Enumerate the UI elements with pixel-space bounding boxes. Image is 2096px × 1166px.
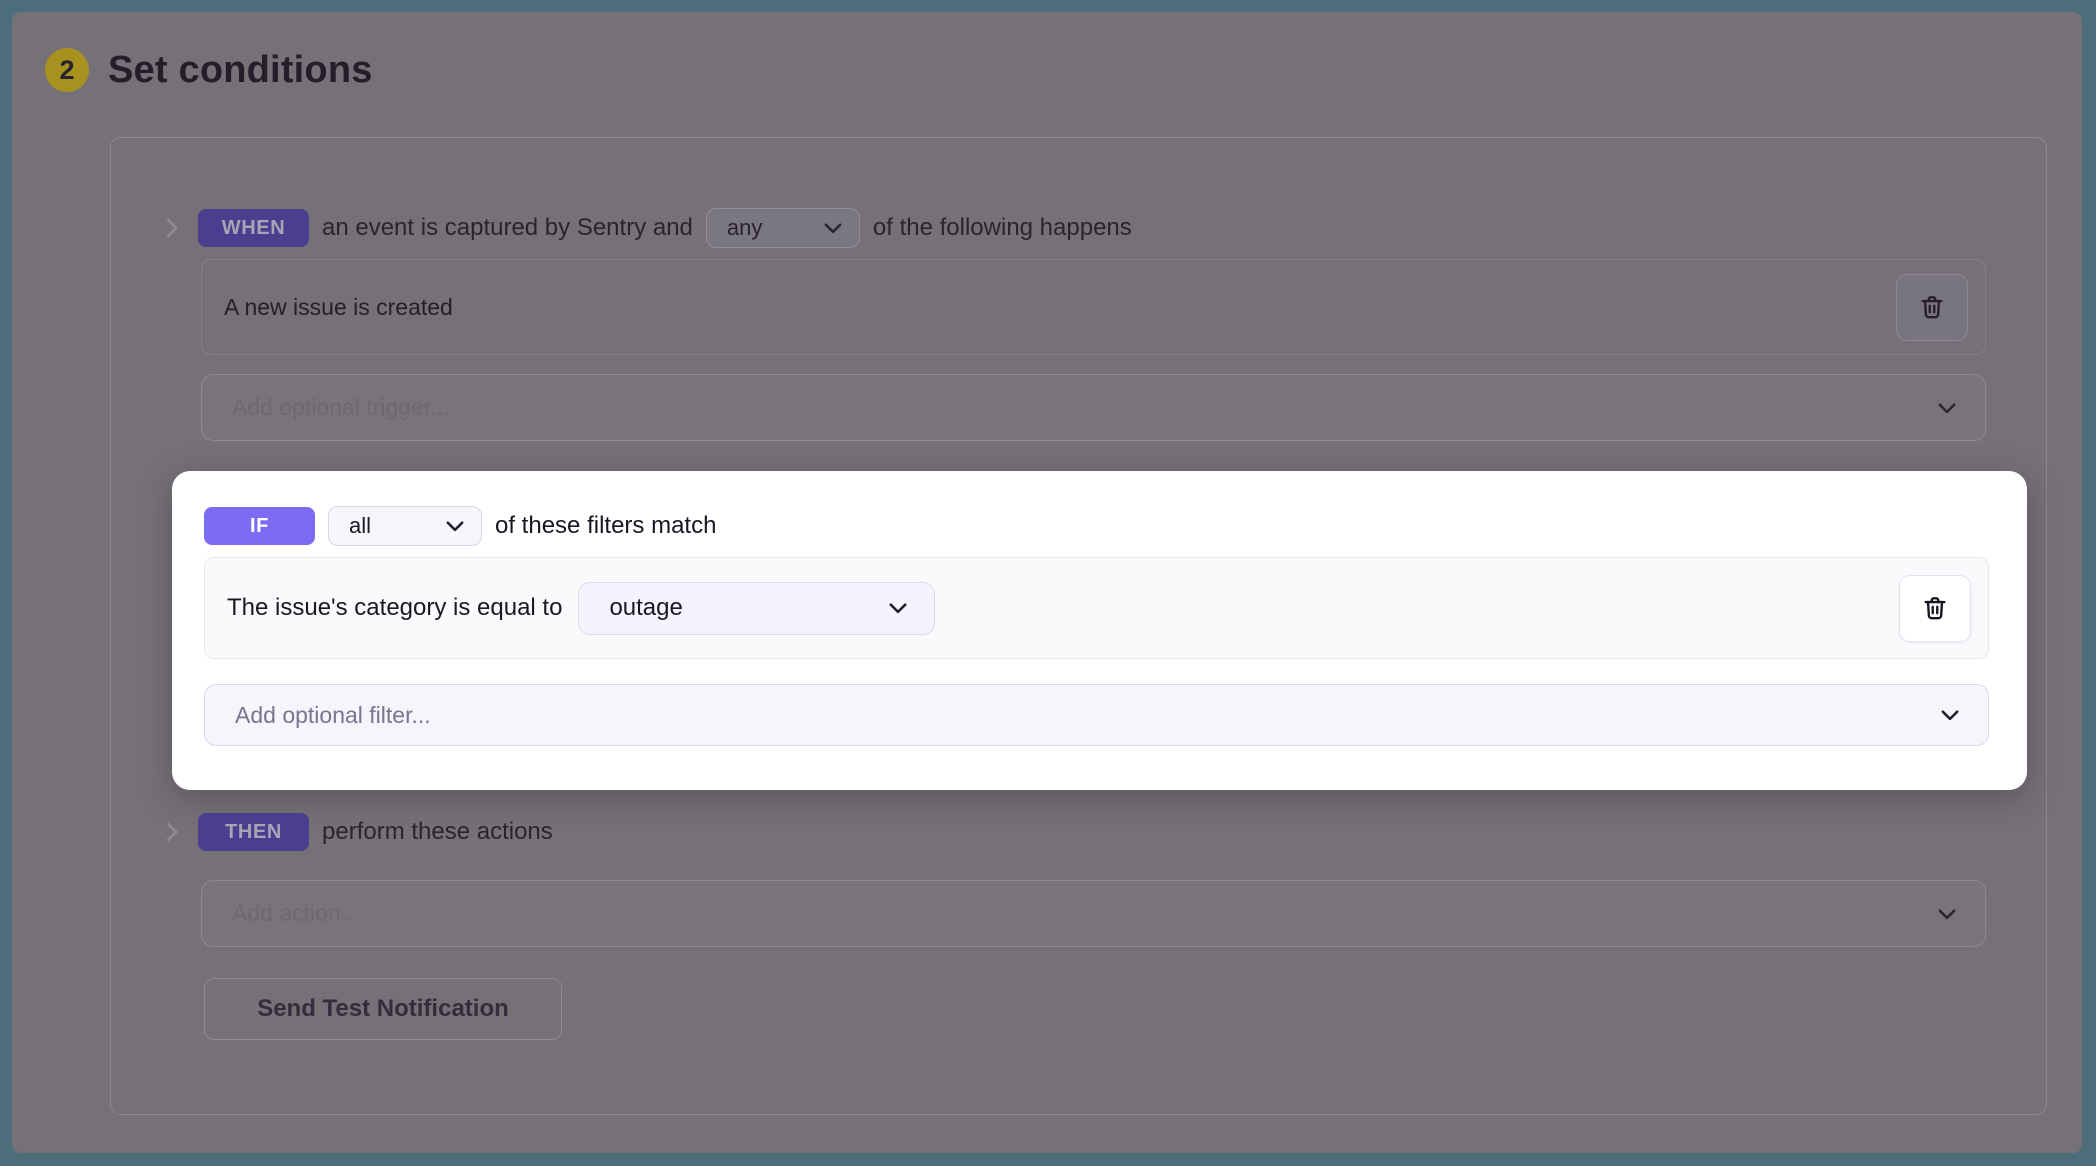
when-text-before: an event is captured by Sentry and <box>322 214 693 241</box>
if-section-highlight: IF all of these filters match The issue'… <box>172 471 2027 790</box>
send-test-notification-button[interactable]: Send Test Notification <box>204 978 562 1040</box>
delete-condition-button[interactable] <box>1896 273 1968 341</box>
add-optional-trigger-placeholder: Add optional trigger... <box>232 394 450 420</box>
add-action-placeholder: Add action... <box>232 900 360 926</box>
add-optional-filter-select[interactable]: Add optional filter... <box>204 684 1989 746</box>
add-optional-trigger-select[interactable]: Add optional trigger... <box>201 374 1986 441</box>
chevron-down-icon <box>1938 703 1962 727</box>
screenshot-frame: 2 Set conditions WHEN an event is captur… <box>0 0 2096 1166</box>
if-match-select[interactable]: all <box>328 506 482 546</box>
step-number-badge: 2 <box>45 48 89 92</box>
when-match-select-value: any <box>726 215 763 240</box>
then-badge: THEN <box>198 813 309 851</box>
if-row: IF all of these filters match <box>204 506 716 546</box>
delete-filter-button[interactable] <box>1899 574 1971 642</box>
chevron-down-icon <box>443 514 467 538</box>
if-text-after: of these filters match <box>495 512 717 539</box>
condition-label: A new issue is created <box>224 293 453 320</box>
chevron-down-icon <box>821 216 845 240</box>
chevron-right-icon[interactable] <box>159 215 185 241</box>
chevron-down-icon <box>886 596 910 620</box>
then-row: THEN perform these actions <box>111 812 2046 852</box>
page-title: Set conditions <box>108 48 373 91</box>
then-text-after: perform these actions <box>322 818 553 845</box>
chevron-right-icon[interactable] <box>159 819 185 845</box>
filter-label: The issue's category is equal to <box>227 594 563 621</box>
chevron-down-icon <box>1935 902 1959 926</box>
add-action-select[interactable]: Add action... <box>201 880 1986 947</box>
when-text-after: of the following happens <box>872 214 1132 241</box>
filter-value-select[interactable]: outage <box>578 581 936 635</box>
when-row: WHEN an event is captured by Sentry and … <box>111 208 2046 248</box>
if-filter-row: The issue's category is equal to outage <box>204 557 1989 659</box>
conditions-panel: WHEN an event is captured by Sentry and … <box>110 137 2047 1115</box>
add-optional-filter-placeholder: Add optional filter... <box>235 701 431 728</box>
chevron-down-icon <box>1935 396 1959 420</box>
step-header: 2 Set conditions <box>45 48 373 92</box>
when-condition-row: A new issue is created <box>201 259 1986 355</box>
if-match-select-value: all <box>349 513 372 538</box>
when-badge: WHEN <box>198 209 309 247</box>
filter-value-select-value: outage <box>609 594 683 621</box>
if-badge: IF <box>204 507 315 545</box>
when-match-select[interactable]: any <box>705 208 860 248</box>
page-background: 2 Set conditions WHEN an event is captur… <box>12 12 2082 1153</box>
